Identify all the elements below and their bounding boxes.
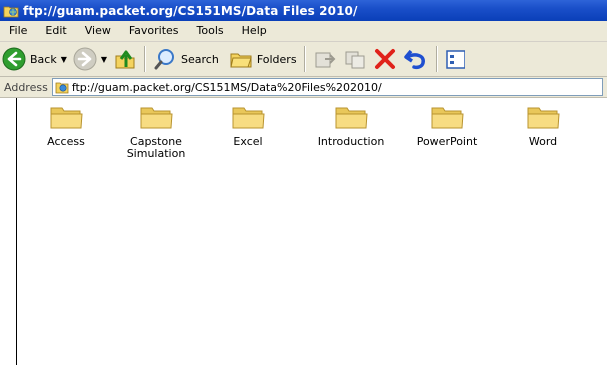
- title-bar[interactable]: ftp://guam.packet.org/CS151MS/Data Files…: [0, 0, 607, 21]
- folder-icon: [431, 107, 464, 129]
- menu-favorites[interactable]: Favorites: [120, 21, 188, 41]
- menu-edit[interactable]: Edit: [36, 21, 75, 41]
- folder-name: Capstone Simulation: [126, 135, 186, 160]
- copy-to-icon: [345, 51, 365, 69]
- back-label: Back: [30, 52, 57, 66]
- toolbar: Back ▼ ▼ Search Folders: [0, 42, 607, 77]
- back-button[interactable]: Back ▼: [0, 44, 70, 74]
- chevron-down-icon[interactable]: ▼: [101, 55, 107, 64]
- address-label: Address: [4, 80, 48, 94]
- toolbar-separator: [144, 46, 147, 72]
- up-folder-icon: [115, 50, 135, 69]
- ftp-folder-icon: [55, 82, 69, 94]
- folder-icon: [527, 107, 560, 129]
- folder-item[interactable]: Introduction: [311, 105, 391, 148]
- ftp-folder-icon: [3, 6, 19, 17]
- folder-name: PowerPoint: [416, 135, 478, 148]
- folder-name: Word: [528, 135, 558, 148]
- menu-tools[interactable]: Tools: [188, 21, 233, 41]
- folders-icon: [230, 53, 252, 68]
- folder-icon: [50, 107, 83, 129]
- window-title: ftp://guam.packet.org/CS151MS/Data Files…: [23, 3, 358, 18]
- undo-button[interactable]: [400, 44, 432, 74]
- folder-name: Access: [47, 135, 85, 148]
- undo-icon: [403, 49, 425, 70]
- folder-item[interactable]: Excel: [208, 105, 288, 148]
- up-button[interactable]: [110, 44, 140, 74]
- views-button[interactable]: [442, 44, 468, 74]
- copy-to-button[interactable]: [340, 44, 370, 74]
- folders-button[interactable]: Folders: [226, 44, 300, 74]
- delete-icon: [374, 49, 395, 69]
- move-to-icon: [315, 52, 335, 68]
- delete-button[interactable]: [370, 44, 400, 74]
- address-value: ftp://guam.packet.org/CS151MS/Data%20Fil…: [71, 80, 382, 94]
- chevron-down-icon[interactable]: ▼: [61, 55, 67, 64]
- move-to-button[interactable]: [310, 44, 340, 74]
- forward-arrow-icon: [73, 47, 97, 71]
- menu-bar: File Edit View Favorites Tools Help: [0, 21, 607, 42]
- toolbar-separator: [303, 46, 306, 72]
- folder-item[interactable]: PowerPoint: [407, 105, 487, 148]
- folder-icon: [335, 107, 368, 129]
- folder-item[interactable]: Word: [503, 105, 583, 148]
- search-button[interactable]: Search: [150, 44, 222, 74]
- search-icon: [154, 49, 175, 70]
- address-input[interactable]: ftp://guam.packet.org/CS151MS/Data%20Fil…: [51, 78, 603, 96]
- address-bar: Address ftp://guam.packet.org/CS151MS/Da…: [0, 77, 607, 98]
- folder-item[interactable]: Capstone Simulation: [116, 105, 196, 160]
- folder-icon: [140, 107, 173, 129]
- folder-icon: [232, 107, 265, 129]
- folder-item[interactable]: Access: [26, 105, 106, 148]
- menu-view[interactable]: View: [76, 21, 120, 41]
- menu-help[interactable]: Help: [233, 21, 276, 41]
- folder-name: Excel: [233, 135, 263, 148]
- folders-label: Folders: [256, 52, 297, 66]
- menu-file[interactable]: File: [0, 21, 36, 41]
- forward-button[interactable]: ▼: [70, 44, 110, 74]
- search-label: Search: [181, 52, 219, 66]
- folder-view[interactable]: Access Capstone Simulation Excel Introdu…: [16, 98, 607, 365]
- folder-name: Introduction: [317, 135, 385, 148]
- back-arrow-icon: [2, 47, 26, 71]
- toolbar-separator: [435, 46, 438, 72]
- views-icon: [445, 50, 465, 69]
